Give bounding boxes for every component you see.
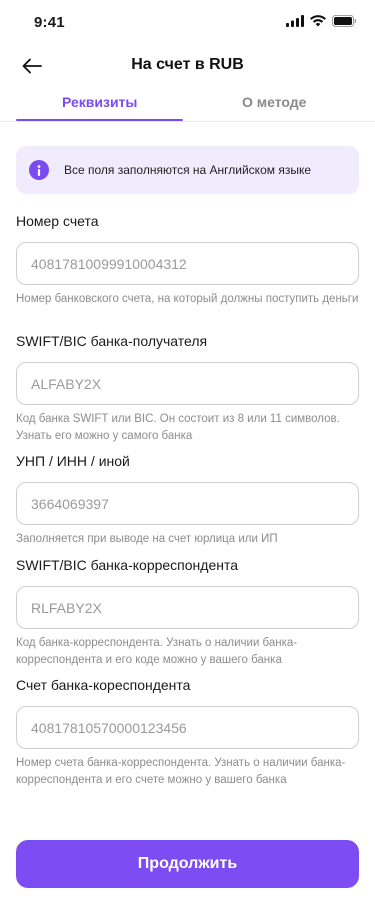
status-time: 9:41 bbox=[34, 14, 65, 31]
field-label: SWIFT/BIC банка-корреспондента bbox=[16, 557, 239, 573]
signal-icon bbox=[286, 15, 304, 27]
tab-requisites[interactable]: Реквизиты bbox=[62, 94, 137, 110]
swift-recipient-input[interactable] bbox=[16, 362, 359, 405]
status-bar: 9:41 bbox=[0, 0, 375, 44]
account-number-field: Номер счета Номер банковского счета, на … bbox=[16, 212, 359, 308]
tax-id-field: УНП / ИНН / иной Заполняется при выводе … bbox=[16, 452, 359, 548]
header: На счет в RUB bbox=[0, 44, 375, 88]
info-icon bbox=[29, 160, 49, 180]
field-hint: Номер банковского счета, на который долж… bbox=[16, 293, 359, 305]
field-label: SWIFT/BIC банка-получателя bbox=[16, 333, 208, 349]
field-hint: Код банка SWIFT или BIC. Он состоит из 8… bbox=[16, 413, 340, 442]
field-hint: Заполняется при выводе на счет юрлица ил… bbox=[16, 533, 278, 545]
swift-correspondent-field: SWIFT/BIC банка-корреспондента Код банка… bbox=[16, 556, 359, 669]
info-notice: Все поля заполняются на Английском языке bbox=[16, 146, 359, 194]
swift-correspondent-input[interactable] bbox=[16, 586, 359, 629]
tab-active-indicator bbox=[16, 119, 183, 121]
page-title: На счет в RUB bbox=[131, 56, 244, 73]
swift-recipient-field: SWIFT/BIC банка-получателя Код банка SWI… bbox=[16, 332, 359, 445]
continue-button[interactable]: Продолжить bbox=[16, 840, 359, 888]
field-hint: Код банка-корреспондента. Узнать о налич… bbox=[16, 637, 298, 666]
field-label: Номер счета bbox=[16, 213, 99, 229]
correspondent-account-input[interactable] bbox=[16, 706, 359, 749]
account-number-input[interactable] bbox=[16, 242, 359, 285]
field-hint: Номер счета банка-корреспондента. Узнать… bbox=[16, 757, 346, 786]
wifi-icon bbox=[310, 15, 326, 27]
tax-id-input[interactable] bbox=[16, 482, 359, 525]
battery-icon bbox=[332, 15, 357, 27]
field-label: Счет банка-кореспондента bbox=[16, 677, 191, 693]
field-label: УНП / ИНН / иной bbox=[16, 453, 130, 469]
notice-text: Все поля заполняются на Английском языке bbox=[64, 163, 312, 177]
tab-bar: Реквизиты О методе bbox=[0, 88, 375, 122]
tab-about-method[interactable]: О методе bbox=[242, 94, 306, 110]
status-icons bbox=[286, 15, 357, 27]
correspondent-account-field: Счет банка-кореспондента Номер счета бан… bbox=[16, 676, 359, 789]
